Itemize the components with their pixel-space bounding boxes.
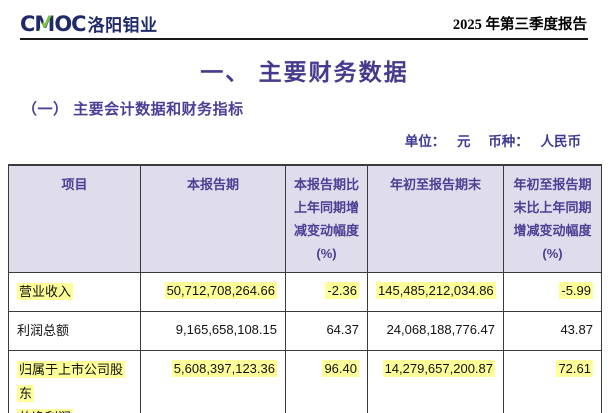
value-cell: 50,712,708,264.66 bbox=[141, 273, 286, 312]
cell-text: 归属于上市公司股东 的净利润 bbox=[17, 361, 125, 413]
table-header-row: 项目 本报告期 本报告期比 上年同期增 减变动幅度 (%) 年初至报告期末 年初… bbox=[9, 165, 602, 273]
col-header-ytd-yoy-change: 年初至报告期 末比上年同期 增减变动幅度 (%) bbox=[504, 165, 602, 273]
col-header-current-period: 本报告期 bbox=[141, 165, 286, 273]
subsection-title: （一） 主要会计数据和财务指标 bbox=[22, 100, 609, 120]
value-cell: 5,608,397,123.36 bbox=[141, 351, 286, 413]
table-row: 营业收入 50,712,708,264.66 -2.36 145,485,212,03… bbox=[9, 273, 602, 312]
cell-text: 64.37 bbox=[326, 322, 359, 337]
item-name-cell: 营业收入 bbox=[9, 273, 141, 312]
cell-text: 145,485,212,034.86 bbox=[376, 282, 496, 299]
page-header: CMOC 洛阳钼业 2025 年第三季度报告 bbox=[0, 0, 609, 36]
cell-text: 利润总额 bbox=[17, 323, 69, 338]
value-cell: -5.99 bbox=[504, 273, 602, 312]
cell-text: 24,068,188,776.47 bbox=[387, 322, 495, 337]
value-cell: 72.61 bbox=[504, 351, 602, 413]
cell-text: 50,712,708,264.66 bbox=[165, 282, 277, 299]
units-currency-line: 单位： 元 币种： 人民币 bbox=[0, 133, 581, 151]
value-cell: 14,279,657,200.87 bbox=[368, 351, 504, 413]
cell-text: 营业收入 bbox=[17, 283, 73, 300]
logo-letters-oc: OC bbox=[54, 12, 85, 36]
cell-text: 14,279,657,200.87 bbox=[383, 360, 495, 377]
item-name-cell: 归属于上市公司股东 的净利润 bbox=[9, 351, 141, 413]
section-title: 一、 主要财务数据 bbox=[0, 57, 609, 87]
item-name-cell: 利润总额 bbox=[9, 312, 141, 351]
financial-data-table: 项目 本报告期 本报告期比 上年同期增 减变动幅度 (%) 年初至报告期末 年初… bbox=[8, 164, 602, 413]
cell-text: 72.61 bbox=[556, 360, 593, 377]
col-header-ytd: 年初至报告期末 bbox=[368, 165, 504, 273]
report-title: 2025 年第三季度报告 bbox=[453, 13, 587, 36]
currency-value: 人民币 bbox=[541, 134, 582, 149]
report-page: CMOC 洛阳钼业 2025 年第三季度报告 一、 主要财务数据 （一） 主要会… bbox=[0, 0, 609, 413]
currency-label: 币种： bbox=[488, 134, 529, 149]
cell-text: -2.36 bbox=[325, 282, 359, 299]
col-header-item: 项目 bbox=[9, 165, 141, 273]
unit-value: 元 bbox=[457, 134, 471, 149]
value-cell: 43.87 bbox=[504, 312, 602, 351]
value-cell: -2.36 bbox=[286, 273, 368, 312]
table-row: 归属于上市公司股东 的净利润 5,608,397,123.36 96.40 14,27… bbox=[9, 351, 602, 413]
cell-text: 43.87 bbox=[560, 322, 593, 337]
table-row: 利润总额 9,165,658,108.15 64.37 24,068,188,776.… bbox=[9, 312, 602, 351]
cmoc-logo-wordmark: CMOC bbox=[20, 13, 86, 35]
value-cell: 64.37 bbox=[286, 312, 368, 351]
logo-company-name: 洛阳钼业 bbox=[88, 11, 158, 36]
header-divider-line bbox=[20, 38, 588, 40]
cmoc-logo: CMOC 洛阳钼业 bbox=[20, 11, 158, 36]
value-cell: 145,485,212,034.86 bbox=[368, 273, 504, 312]
col-header-yoy-change: 本报告期比 上年同期增 减变动幅度 (%) bbox=[286, 165, 368, 273]
value-cell: 96.40 bbox=[286, 351, 368, 413]
unit-label: 单位： bbox=[405, 134, 446, 149]
cell-text: 5,608,397,123.36 bbox=[172, 360, 277, 377]
value-cell: 24,068,188,776.47 bbox=[368, 312, 504, 351]
logo-letter-c: C bbox=[20, 12, 34, 36]
table-body: 营业收入 50,712,708,264.66 -2.36 145,485,212,03… bbox=[9, 273, 602, 413]
cell-text: 96.40 bbox=[322, 360, 359, 377]
cell-text: 9,165,658,108.15 bbox=[176, 322, 277, 337]
cell-text: -5.99 bbox=[559, 282, 593, 299]
logo-letter-m-green-slash: M bbox=[34, 12, 54, 36]
value-cell: 9,165,658,108.15 bbox=[141, 312, 286, 351]
